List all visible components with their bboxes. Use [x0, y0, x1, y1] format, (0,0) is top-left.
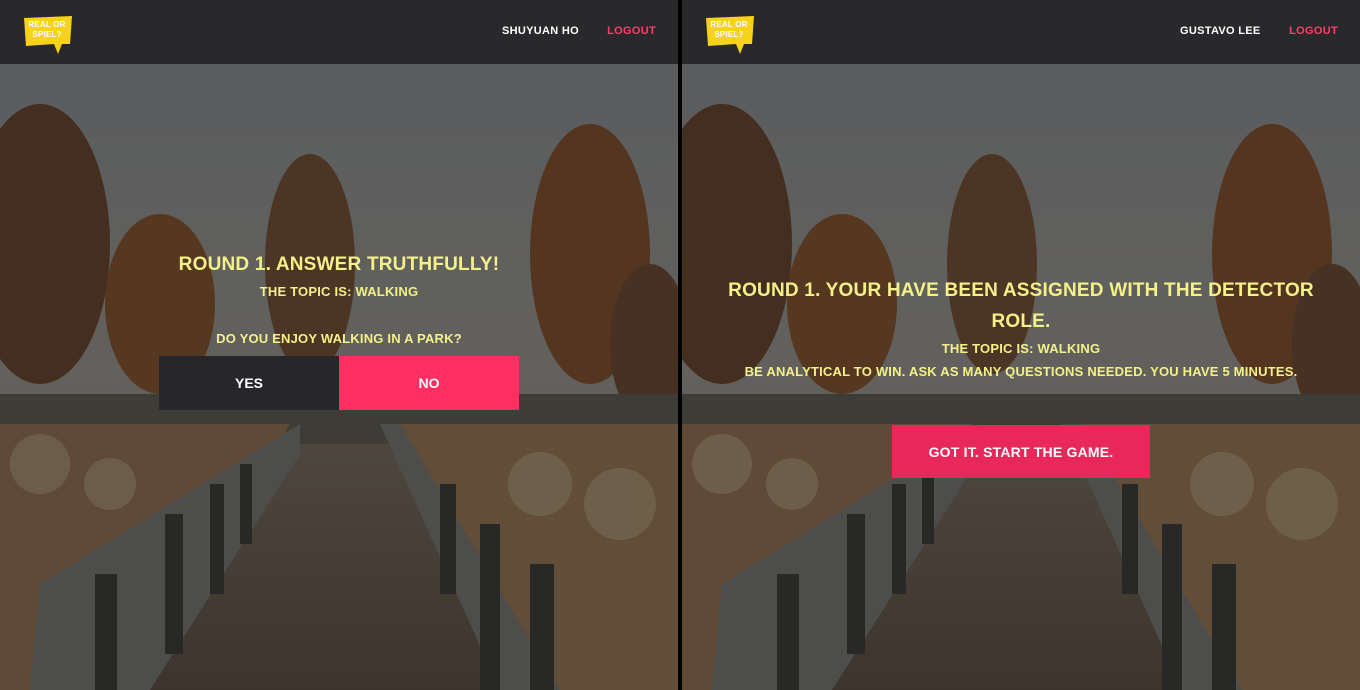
logo-text: REAL OR SPIEL? [28, 20, 66, 39]
logout-link[interactable]: LOGOUT [1289, 25, 1338, 37]
user-name: GUSTAVO LEE [1180, 25, 1261, 37]
instructions-text: BE ANALYTICAL TO WIN. ASK AS MANY QUESTI… [744, 364, 1298, 379]
logout-link[interactable]: LOGOUT [607, 25, 656, 37]
player-panel-left: REAL OR SPIEL? SHUYUAN HO LOGOUT ROUND 1.… [0, 0, 678, 690]
start-game-button[interactable]: GOT IT. START THE GAME. [892, 425, 1150, 478]
navbar: REAL OR SPIEL? GUSTAVO LEE LOGOUT [682, 0, 1360, 64]
topic-text: THE TOPIC IS: WALKING [941, 341, 1101, 356]
no-button[interactable]: NO [339, 356, 519, 410]
user-name: SHUYUAN HO [502, 25, 579, 37]
round-title-line-1: ROUND 1. YOUR HAVE BEEN ASSIGNED WITH TH… [728, 280, 1314, 301]
yes-button[interactable]: YES [159, 356, 339, 410]
app-logo[interactable]: REAL OR SPIEL? [706, 16, 756, 54]
topic-text: THE TOPIC IS: WALKING [259, 284, 419, 299]
app-logo[interactable]: REAL OR SPIEL? [24, 16, 74, 54]
question-text: DO YOU ENJOY WALKING IN A PARK? [216, 331, 462, 346]
answer-buttons: YES NO [159, 356, 519, 410]
navbar: REAL OR SPIEL? SHUYUAN HO LOGOUT [0, 0, 678, 64]
round-title-line-2: ROLE. [991, 311, 1051, 332]
player-panel-right: REAL OR SPIEL? GUSTAVO LEE LOGOUT ROUND 1… [682, 0, 1360, 690]
round-title: ROUND 1. ANSWER TRUTHFULLY! [178, 254, 500, 275]
logo-text: REAL OR SPIEL? [710, 20, 748, 39]
